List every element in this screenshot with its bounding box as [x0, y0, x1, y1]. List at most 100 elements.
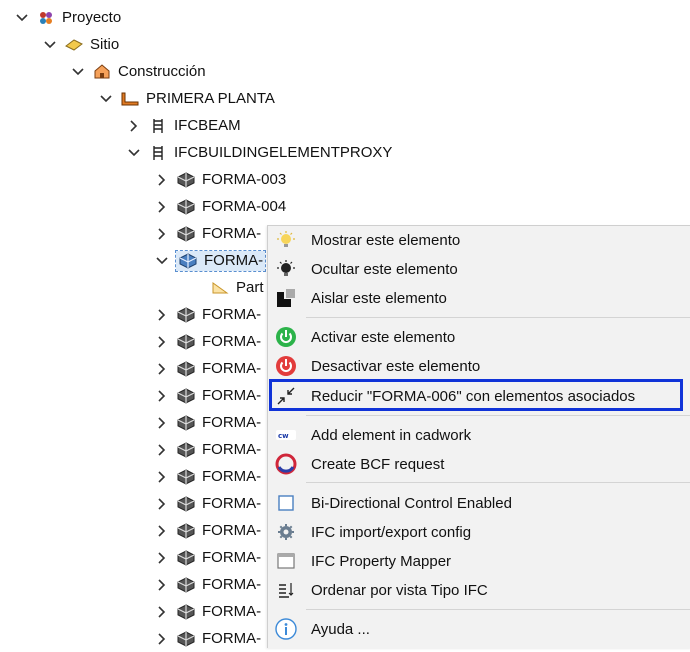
chevron-right-icon[interactable]: [154, 199, 170, 215]
chevron-right-icon[interactable]: [154, 388, 170, 404]
tree-item-ifcbeam[interactable]: IFCBEAM: [126, 112, 241, 139]
menu-item-label: Activar este elemento: [311, 328, 456, 346]
tree-label: FORMA-: [202, 333, 262, 350]
chevron-right-icon[interactable]: [154, 469, 170, 485]
element-cube-icon: [176, 495, 196, 513]
chevron-right-icon[interactable]: [154, 604, 170, 620]
chevron-right-icon[interactable]: [154, 226, 170, 242]
tree-item-forma[interactable]: FORMA-: [154, 517, 261, 544]
tree-item-forma[interactable]: FORMA-: [154, 220, 261, 247]
tree-item-forma-selected[interactable]: FORMA-: [154, 247, 267, 274]
chevron-right-icon[interactable]: [154, 496, 170, 512]
menu-item-aislar[interactable]: Aislar este elemento: [268, 284, 690, 312]
tree-item-forma-004[interactable]: FORMA-004: [154, 193, 286, 220]
element-cube-icon: [176, 630, 196, 648]
chevron-down-icon[interactable]: [14, 10, 30, 26]
menu-item-ayuda[interactable]: Ayuda ...: [268, 615, 690, 643]
tree-label: FORMA-: [202, 306, 262, 323]
menu-item-label: Ayuda ...: [311, 620, 370, 638]
tree-item-forma[interactable]: FORMA-: [154, 463, 261, 490]
tree-item-forma[interactable]: FORMA-: [154, 301, 261, 328]
tree-item-part[interactable]: Part: [210, 274, 264, 301]
tree-label: FORMA-: [202, 414, 262, 431]
chevron-right-icon[interactable]: [154, 442, 170, 458]
tree-item-forma[interactable]: FORMA-: [154, 490, 261, 517]
svg-text:cw: cw: [278, 432, 289, 440]
menu-item-bidirectional[interactable]: Bi-Directional Control Enabled: [268, 489, 690, 517]
tree-item-proyecto[interactable]: Proyecto: [14, 4, 121, 31]
bcf-icon: [270, 453, 302, 475]
chevron-down-icon[interactable]: [98, 91, 114, 107]
menu-item-label: Create BCF request: [311, 455, 445, 473]
menu-item-label: Aislar este elemento: [311, 289, 447, 307]
element-cube-icon: [176, 171, 196, 189]
tree-label: FORMA-: [202, 441, 262, 458]
power-on-icon: [270, 326, 302, 348]
gear-icon: [270, 523, 302, 541]
element-cube-icon: [176, 468, 196, 486]
chevron-right-icon[interactable]: [154, 172, 170, 188]
element-cube-icon: [176, 522, 196, 540]
tree-item-forma[interactable]: FORMA-: [154, 571, 261, 598]
tree-item-sitio[interactable]: Sitio: [42, 31, 119, 58]
element-cube-icon: [176, 387, 196, 405]
tree-item-forma[interactable]: FORMA-: [154, 409, 261, 436]
element-cube-icon: [176, 549, 196, 567]
tree-item-primera-planta[interactable]: PRIMERA PLANTA: [98, 85, 275, 112]
tree-label: Construcción: [118, 63, 206, 80]
chevron-right-icon[interactable]: [154, 550, 170, 566]
tree-item-ifcbuildingelementproxy[interactable]: IFCBUILDINGELEMENTPROXY: [126, 139, 392, 166]
menu-item-ocultar[interactable]: Ocultar este elemento: [268, 255, 690, 283]
element-cube-icon: [176, 603, 196, 621]
tree-item-forma[interactable]: FORMA-: [154, 625, 261, 652]
tree-item-forma[interactable]: FORMA-: [154, 382, 261, 409]
menu-item-ifc-config[interactable]: IFC import/export config: [268, 518, 690, 546]
tree-item-forma[interactable]: FORMA-: [154, 598, 261, 625]
menu-item-mostrar[interactable]: Mostrar este elemento: [268, 226, 690, 254]
chevron-right-icon[interactable]: [154, 307, 170, 323]
site-icon: [64, 36, 84, 54]
context-menu: Mostrar este elemento Ocultar este eleme…: [267, 225, 690, 648]
part-icon: [210, 279, 230, 297]
chevron-right-icon[interactable]: [126, 118, 142, 134]
menu-item-desactivar[interactable]: Desactivar este elemento: [268, 352, 690, 380]
menu-item-bcf[interactable]: Create BCF request: [268, 450, 690, 478]
menu-item-ordenar[interactable]: Ordenar por vista Tipo IFC: [268, 576, 690, 604]
chevron-down-icon[interactable]: [70, 64, 86, 80]
tree-label: FORMA-: [202, 522, 262, 539]
cadwork-icon: cw: [270, 430, 302, 440]
tree-item-forma-003[interactable]: FORMA-003: [154, 166, 286, 193]
element-cube-icon: [176, 414, 196, 432]
window-icon: [270, 553, 302, 569]
lightbulb-on-icon: [270, 231, 302, 249]
chevron-down-icon[interactable]: [42, 37, 58, 53]
menu-item-label: Add element in cadwork: [311, 426, 472, 444]
element-cube-icon: [178, 252, 198, 270]
menu-item-property-mapper[interactable]: IFC Property Mapper: [268, 547, 690, 575]
menu-separator: [306, 415, 690, 416]
menu-item-cadwork[interactable]: cw Add element in cadwork: [268, 421, 690, 449]
project-icon: [36, 9, 56, 27]
tree-label: FORMA-: [202, 576, 262, 593]
chevron-down-icon[interactable]: [154, 253, 170, 269]
tree-item-construccion[interactable]: Construcción: [70, 58, 206, 85]
chevron-down-icon[interactable]: [126, 145, 142, 161]
tree-label: PRIMERA PLANTA: [146, 90, 275, 107]
chevron-right-icon[interactable]: [154, 523, 170, 539]
chevron-right-icon[interactable]: [154, 334, 170, 350]
element-cube-icon: [176, 333, 196, 351]
tree-item-forma[interactable]: FORMA-: [154, 355, 261, 382]
element-cube-icon: [176, 441, 196, 459]
tree-item-forma[interactable]: FORMA-: [154, 328, 261, 355]
lightbulb-off-icon: [270, 260, 302, 278]
chevron-right-icon[interactable]: [154, 415, 170, 431]
chevron-right-icon[interactable]: [154, 631, 170, 647]
chevron-right-icon[interactable]: [154, 361, 170, 377]
tree-item-forma[interactable]: FORMA-: [154, 436, 261, 463]
menu-item-label: Ordenar por vista Tipo IFC: [311, 581, 488, 599]
storey-icon: [120, 90, 140, 108]
info-icon: [270, 618, 302, 640]
menu-item-activar[interactable]: Activar este elemento: [268, 323, 690, 351]
tree-item-forma[interactable]: FORMA-: [154, 544, 261, 571]
chevron-right-icon[interactable]: [154, 577, 170, 593]
